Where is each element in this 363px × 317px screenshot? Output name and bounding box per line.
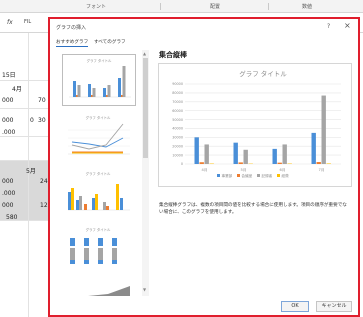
legend-label: 会議室 [242,173,253,178]
selected-chart-type: 集合縦棒 [159,51,187,59]
bar [243,149,248,164]
recommended-chart-list: グラフ タイトル グラフ タイトル グラフ タイトル グラフ タイトル [56,50,150,296]
ribbon-separator [268,3,269,10]
scroll-up-icon[interactable]: ▲ [143,51,146,56]
cell[interactable]: 12 [40,202,48,209]
ribbon: フォント 配置 数値 [0,0,363,13]
chart: グラフ タイトル 90000 80000 70000 60000 50000 40000 30… [172,69,341,178]
cell[interactable]: 5月 [26,166,36,175]
ribbon-group-font: フォント [86,4,107,10]
thumb-stacked-column[interactable]: グラフ タイトル [62,168,136,218]
bar [316,162,321,164]
help-icon[interactable]: ? [327,23,330,30]
insert-chart-dialog: グラフの挿入 ? × おすすめグラフ すべてのグラフ グラフ タイトル グラフ … [48,17,360,317]
bar [238,162,243,164]
formula-content: FIL [24,19,32,25]
grid-line [28,33,29,317]
bar [199,162,204,164]
chart-title: グラフ タイトル [239,69,287,78]
bar [282,144,287,164]
y-tick-label: 0 [181,162,183,166]
legend-swatch [277,174,280,177]
thumb-title: グラフ タイトル [86,171,111,176]
y-tick-label: 30000 [172,136,183,140]
bar [272,148,277,164]
y-tick-label: 20000 [172,144,183,148]
tab-all-charts[interactable]: すべてのグラフ [94,39,126,45]
legend-swatch [237,174,240,177]
cell[interactable]: 580 [6,214,17,221]
chart-description: 集合縦棒グラフは、複数の項目間の値を比較する場合に使用します。項目の順序が重要で… [159,203,347,215]
bar [204,144,209,164]
scroll-down-icon[interactable]: ▼ [143,287,146,292]
thumb-title: グラフ タイトル [86,115,111,120]
cell[interactable]: 0 [30,117,34,124]
tab-recommended[interactable]: おすすめグラフ [56,39,89,47]
cell[interactable]: 000 [2,202,13,209]
thumb-area[interactable] [62,280,136,296]
bar [277,162,282,164]
thumb-line[interactable]: グラフ タイトル [62,112,136,162]
cell[interactable]: 000 [2,117,13,124]
cell[interactable]: 4月 [12,84,22,93]
y-tick-label: 60000 [172,109,183,113]
thumb-title: グラフ タイトル [86,227,111,232]
x-tick-label: 6月 [280,167,286,172]
bar [194,137,199,164]
y-tick-label: 40000 [172,127,183,131]
cell[interactable]: 000 [2,178,13,185]
cell[interactable]: 15日 [2,70,16,79]
x-tick-label: 7月 [319,167,325,172]
cell[interactable]: .000 [2,190,15,197]
legend-label: 記録者 [262,173,273,178]
fx-icon[interactable]: fx [7,19,13,26]
cell[interactable]: 24 [40,178,48,185]
ribbon-group-number: 数値 [302,4,313,10]
legend-swatch [217,174,220,177]
chart-list-scrollbar[interactable]: ▲ ▼ [142,50,149,296]
cell[interactable]: 000 [2,97,13,104]
thumb-title: グラフ タイトル [87,58,112,63]
dialog-titlebar[interactable]: グラフの挿入 ? × [50,19,358,34]
y-tick-label: 90000 [172,82,183,86]
thumb-clustered-column[interactable]: グラフ タイトル [62,54,136,106]
chart-preview: グラフ タイトル 90000 80000 70000 60000 50000 40000 30… [158,63,352,187]
bar [326,163,331,164]
cancel-button[interactable]: キャンセル [316,301,352,312]
x-tick-label: 4月 [202,167,208,172]
legend-swatch [257,174,260,177]
scrollbar-thumb[interactable] [143,58,148,158]
bar [321,95,326,164]
cell[interactable]: 30 [38,117,46,124]
legend-label: 経費 [282,173,290,178]
y-tick-label: 10000 [172,153,183,157]
y-tick-label: 70000 [172,100,183,104]
y-tick-label: 80000 [172,91,183,95]
ribbon-group-alignment: 配置 [210,4,221,10]
y-tick-label: 50000 [172,118,183,122]
cell[interactable]: .000 [2,129,15,136]
ribbon-separator [160,3,161,10]
x-tick-label: 5月 [241,167,247,172]
ok-button[interactable]: OK [281,301,309,312]
cell[interactable]: 70 [38,97,46,104]
chart-preview-panel: 集合縦棒 グラフ タイトル 90000 80000 70000 60000 50000 40… [158,50,354,296]
thumb-stacked-column-100[interactable]: グラフ タイトル [62,224,136,274]
bar [311,132,316,164]
dialog-title: グラフの挿入 [56,25,87,31]
bar [233,142,238,164]
legend-label: 事業部 [222,173,233,178]
close-icon[interactable]: × [344,22,351,30]
